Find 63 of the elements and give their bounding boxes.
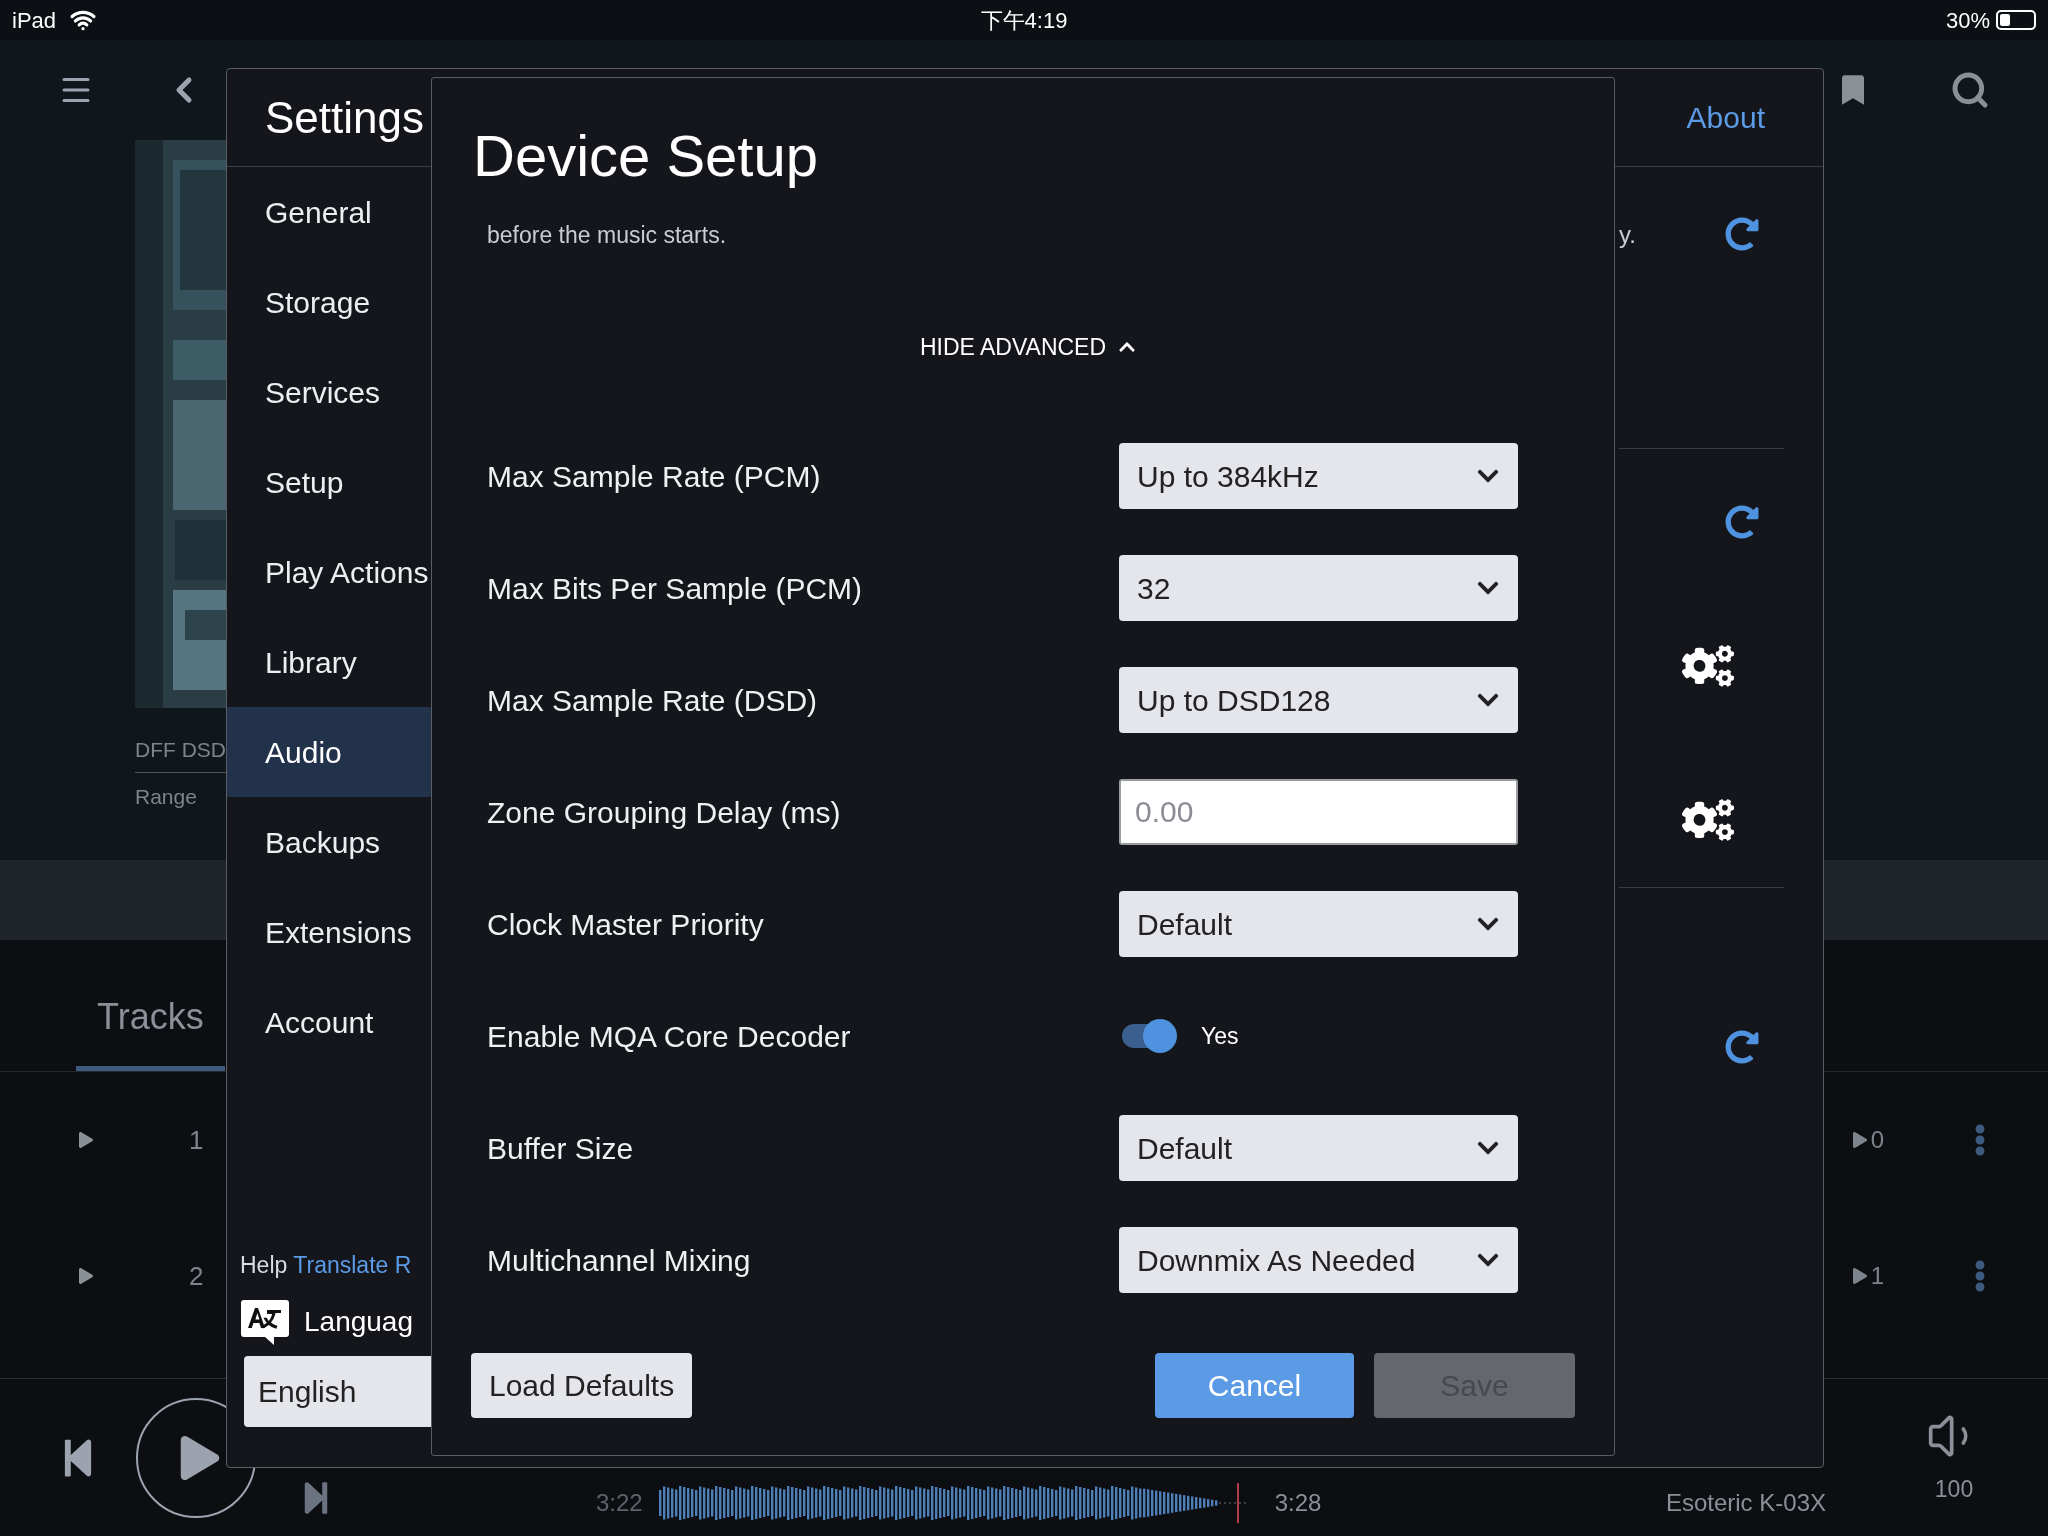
load-defaults-button[interactable]: Load Defaults	[471, 1353, 693, 1418]
play-count-icon	[1852, 1132, 1867, 1148]
settings-nav-item[interactable]: Audio	[227, 707, 432, 797]
toggle-value: Yes	[1201, 1021, 1239, 1051]
setting-label: Zone Grouping Delay (ms)	[487, 794, 842, 831]
translate-icon	[240, 1298, 290, 1346]
battery-percent: 30%	[1945, 6, 1990, 35]
advanced-toggle[interactable]: HIDE ADVANCED	[919, 332, 1137, 362]
select-field[interactable]: Downmix As Needed	[1119, 1227, 1518, 1293]
bookmark-icon[interactable]	[1842, 74, 1864, 106]
play-icon[interactable]	[79, 1268, 93, 1284]
settings-title: Settings	[265, 91, 424, 144]
settings-nav-item[interactable]: Backups	[227, 797, 432, 887]
settings-nav-item[interactable]: Account	[227, 977, 432, 1067]
settings-nav-item[interactable]: Library	[227, 617, 432, 707]
input-field[interactable]: 0.00	[1119, 779, 1518, 845]
select-field[interactable]: Up to DSD128	[1119, 667, 1518, 733]
volume-level: 100	[1934, 1475, 1974, 1505]
track-number: 1	[189, 1123, 204, 1157]
settings-nav-item[interactable]: Storage	[227, 257, 432, 347]
play-icon[interactable]	[79, 1132, 93, 1148]
setting-label: Buffer Size	[487, 1130, 635, 1167]
refresh-icon[interactable]	[1725, 1030, 1759, 1064]
settings-icon[interactable]	[1682, 645, 1734, 687]
help-text: Help	[240, 1250, 288, 1280]
refresh-icon[interactable]	[1725, 217, 1759, 251]
track-number: 2	[189, 1259, 204, 1293]
select-field[interactable]: Default	[1119, 891, 1518, 957]
battery-icon	[1996, 10, 2036, 30]
play-icon	[180, 1435, 220, 1480]
waveform-drawing[interactable]	[658, 1482, 1249, 1523]
search-icon[interactable]	[1950, 70, 1990, 110]
status-time: 下午4:19	[980, 6, 1068, 35]
setting-label: Max Sample Rate (PCM)	[487, 458, 822, 495]
elapsed-time: 3:22	[596, 1487, 643, 1518]
settings-nav-item[interactable]: Play Actions	[227, 527, 432, 617]
translate-link[interactable]: Translate R	[293, 1247, 412, 1282]
setting-label: Max Sample Rate (DSD)	[487, 682, 819, 719]
play-count-icon	[1852, 1268, 1867, 1284]
description-text: y.	[1619, 220, 1636, 250]
language-label: Languag	[304, 1305, 413, 1339]
select-field[interactable]: Up to 384kHz	[1119, 443, 1518, 509]
setting-label: Clock Master Priority	[487, 906, 765, 943]
play-count: 1	[1870, 1261, 1884, 1291]
settings-icon[interactable]	[1682, 799, 1734, 841]
dialog-title: Device Setup	[473, 122, 819, 190]
setting-label: Multichannel Mixing	[487, 1242, 752, 1279]
settings-nav-item[interactable]: General	[227, 167, 432, 257]
select-field[interactable]: Default	[1119, 1115, 1518, 1181]
dialog-description: before the music starts.	[487, 221, 728, 250]
setting-label: Enable MQA Core Decoder	[487, 1018, 852, 1055]
setting-label: Max Bits Per Sample (PCM)	[487, 570, 864, 607]
settings-nav-item[interactable]: Setup	[227, 437, 432, 527]
settings-nav-item[interactable]: Extensions	[227, 887, 432, 977]
zone-name: Esoteric K-03X	[1665, 1487, 1826, 1518]
refresh-icon[interactable]	[1725, 505, 1759, 539]
language-select[interactable]: English	[244, 1356, 432, 1427]
total-time: 3:28	[1274, 1487, 1322, 1518]
select-field[interactable]: 32	[1119, 555, 1518, 621]
play-count: 0	[1870, 1125, 1884, 1155]
about-link[interactable]: About	[1686, 95, 1765, 140]
settings-nav-item[interactable]: Services	[227, 347, 432, 437]
device-name: iPad	[12, 6, 57, 35]
